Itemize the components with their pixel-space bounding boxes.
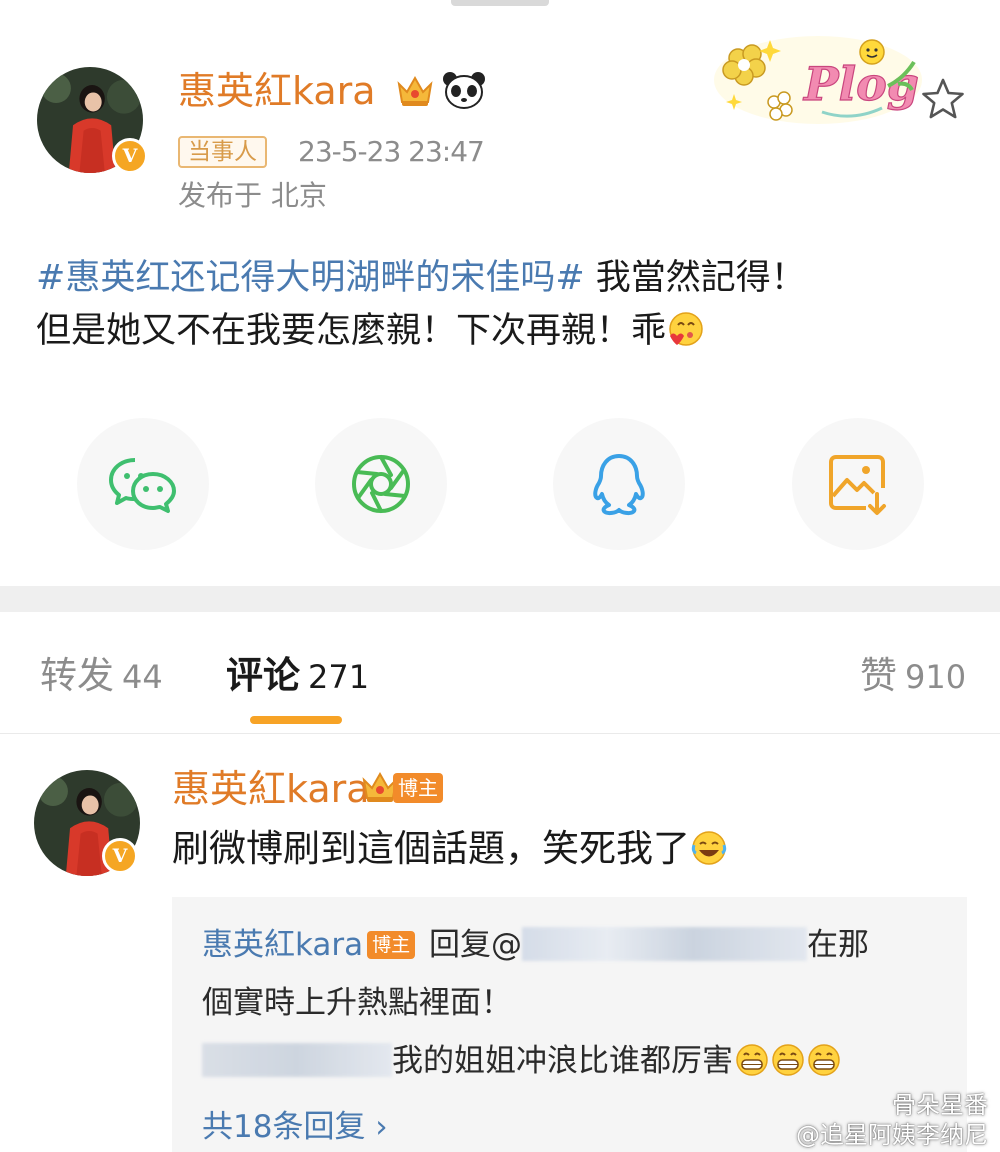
participant-tag: 当事人 [178,136,267,168]
favorite-star-icon[interactable] [920,76,966,122]
tab-repost-label: 转发 [40,654,114,697]
post-location: 发布于 北京 [178,179,327,212]
tab-comments-count: 271 [308,658,370,696]
tab-likes[interactable]: 赞 910 [860,652,966,701]
wechat-icon [109,458,176,513]
save-image-button[interactable] [792,418,924,550]
comment-text: 刷微博刷到這個話題，笑死我了 [172,822,728,876]
comment-author-name[interactable]: 惠英紅kara [172,770,370,808]
drag-handle[interactable] [451,0,549,6]
reply-line-2: 個實時上升熱點裡面！ [202,985,512,1021]
reply-line1-tail: 在那 [807,927,870,963]
tab-likes-label: 赞 [860,654,897,697]
section-divider [0,586,1000,612]
share-qq-button[interactable] [553,418,685,550]
laugh-cry-emoji-icon [691,831,727,865]
share-wechat-button[interactable] [77,418,209,550]
active-tab-indicator [250,716,342,724]
blogger-badge: 博主 [393,773,443,803]
watermark-line-2: @追星阿姨李纳尼 [796,1121,988,1149]
crown-icon [397,75,433,106]
tab-repost[interactable]: 转发 44 [40,652,163,701]
post-author-name[interactable]: 惠英紅kara [178,72,376,110]
plog-sticker-icon: Plog [714,36,922,124]
qq-icon [593,454,645,516]
reply-line-3: 我的姐姐冲浪比谁都厉害 [202,1037,841,1085]
grin-emoji-icon [772,1044,804,1076]
more-replies-link[interactable]: 共18条回复 › [202,1103,388,1151]
kiss-emoji-icon [669,312,703,346]
blurred-username [522,927,808,961]
post-time: 23-5-23 23:47 [298,135,485,168]
post-text-line2: 但是她又不在我要怎麼親！下次再親！乖 [36,311,667,351]
tab-repost-count: 44 [122,658,163,696]
watermark: 骨朵星番 @追星阿姨李纳尼 [796,1090,988,1150]
comment-body: 刷微博刷到這個話題，笑死我了 [172,827,690,870]
tab-divider [0,733,1000,734]
reply-line3-text: 我的姐姐冲浪比谁都厉害 [392,1043,733,1079]
verified-badge-icon: V [102,838,138,874]
post-body: #惠英红还记得大明湖畔的宋佳吗# 我當然記得！ 但是她又不在我要怎麼親！下次再親… [36,252,976,358]
moments-icon [352,455,410,513]
reply-prefix: 回复@ [419,927,523,963]
save-image-icon [829,455,886,515]
grin-emoji-icon [808,1044,840,1076]
share-moments-button[interactable] [315,418,447,550]
reply-line-1: 惠英紅kara 博主 回复@ 在那 [202,921,869,969]
verified-badge-icon: V [112,138,148,174]
tab-likes-count: 910 [905,658,967,696]
reply-author-name[interactable]: 惠英紅kara [202,927,363,963]
tab-comments-label: 评论 [226,654,300,697]
blurred-username [202,1043,392,1077]
more-replies-label[interactable]: 共18条回复 › [202,1109,388,1145]
blogger-badge: 博主 [367,931,416,959]
tab-comments[interactable]: 评论 271 [226,652,369,701]
post-text-line1: 我當然記得！ [584,258,806,298]
hashtag-link[interactable]: #惠英红还记得大明湖畔的宋佳吗# [36,258,585,298]
watermark-line-1: 骨朵星番 [892,1091,988,1119]
panda-icon [443,72,485,109]
grin-emoji-icon [736,1044,768,1076]
